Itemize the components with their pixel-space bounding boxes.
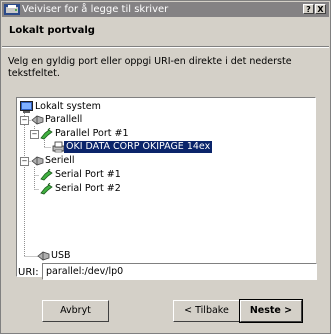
connector-icon <box>40 169 53 181</box>
connector-icon <box>40 183 53 195</box>
uri-label: URI: <box>18 267 39 278</box>
help-button[interactable]: ? <box>303 4 314 14</box>
back-button[interactable]: < Tilbake <box>173 300 240 322</box>
printer-app-icon <box>4 4 20 15</box>
cancel-button[interactable]: Avbryt <box>42 300 109 322</box>
close-button[interactable]: X <box>315 4 326 14</box>
window-title: Veiviser for å legge til skriver <box>22 4 169 15</box>
connector-icon <box>40 128 53 140</box>
header-divider <box>2 46 329 48</box>
wizard-window: Veiviser for å legge til skriver ? X Lok… <box>0 0 331 334</box>
expander-serial[interactable]: − <box>20 157 29 166</box>
expander-parallel-port-1[interactable]: − <box>30 130 39 139</box>
port-tree[interactable]: Lokalt system − Parallell − Parallel Por… <box>16 97 316 277</box>
next-button[interactable]: Neste > <box>239 299 303 323</box>
wizard-header: Lokalt portvalg <box>2 17 329 45</box>
expander-parallel[interactable]: − <box>20 116 29 125</box>
title-bar[interactable]: Veiviser for å legge til skriver ? X <box>2 2 329 17</box>
computer-icon <box>20 101 33 113</box>
page-title: Lokalt portvalg <box>9 25 95 36</box>
uri-input[interactable]: parallel:/dev/lp0 <box>42 263 317 280</box>
instructions-text: Velg en gyldig port eller oppgi URI-en d… <box>8 56 292 79</box>
